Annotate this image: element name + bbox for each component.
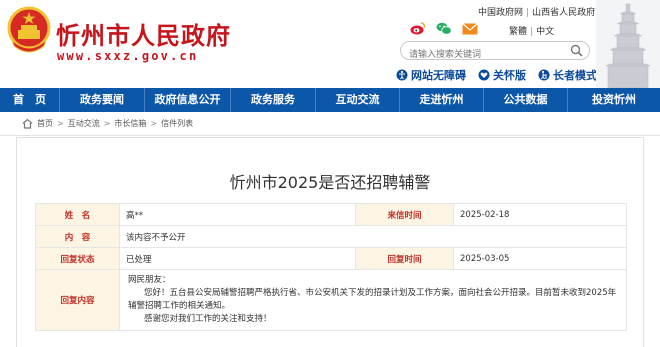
search-input[interactable] — [401, 46, 561, 64]
elder-mode-button[interactable]: 长者模式 — [538, 67, 597, 83]
content-label: 内 容 — [35, 225, 120, 248]
nav-item-invest[interactable]: 投资忻州 — [568, 88, 660, 112]
status-label: 回复状态 — [35, 247, 120, 270]
elder-mode-icon — [538, 69, 550, 81]
language-switch: 繁體 | 中文 — [509, 24, 554, 37]
accessibility-button[interactable]: 网站无障碍 — [396, 67, 466, 83]
name-label: 姓 名 — [35, 203, 120, 226]
breadcrumb-home[interactable]: 首页 — [37, 118, 53, 129]
nav-item-services[interactable]: 政务服务 — [231, 88, 316, 112]
reply-time-label: 回复时间 — [355, 247, 454, 270]
breadcrumb-separator: > — [150, 119, 158, 128]
top-links: 中国政府网 | 山西省人民政府 — [478, 5, 595, 18]
nav-item-info-disclosure[interactable]: 政府信息公开 — [145, 88, 231, 112]
top-link-province[interactable]: 山西省人民政府 — [532, 8, 595, 18]
lang-traditional[interactable]: 繁體 — [509, 27, 527, 37]
pagoda-illustration-icon — [596, 0, 660, 88]
main-nav: 首 页 政务要闻 政府信息公开 政务服务 互动交流 走进忻州 公共数据 投资忻州 — [0, 88, 660, 112]
date-label: 来信时间 — [355, 203, 454, 226]
table-row: 回复内容 网民朋友： 您好！五台县公安局辅警招聘严格执行省、市公安机关下发的招录… — [35, 269, 627, 331]
lang-divider: | — [530, 27, 534, 37]
reply-body: 您好！五台县公安局辅警招聘严格执行省、市公安机关下发的招录计划及工作方案，面向社… — [128, 288, 617, 311]
name-value: 高** — [119, 203, 356, 226]
accessibility-icon — [396, 69, 408, 81]
breadcrumb-separator: > — [57, 119, 64, 128]
breadcrumb-mayor-mailbox[interactable]: 市长信箱 — [114, 118, 146, 129]
site-header: 忻州市人民政府 www.sxxz.gov.cn 中国政府网 | 山西省人民政府 繁體… — [0, 0, 660, 88]
breadcrumb: 首页 > 互动交流 > 市长信箱 > 信件列表 — [0, 112, 660, 136]
reply-closing: 感谢您对我们工作的关注和支持！ — [144, 314, 272, 324]
care-mode-button[interactable]: 关怀版 — [478, 67, 526, 83]
reply-label: 回复内容 — [35, 269, 120, 331]
search-icon[interactable] — [570, 44, 583, 57]
elder-mode-label: 长者模式 — [553, 69, 597, 82]
mail-icon[interactable] — [462, 22, 478, 35]
table-row: 内 容 该内容不予公开 — [35, 225, 627, 248]
wechat-icon[interactable] — [436, 22, 452, 35]
breadcrumb-separator: > — [103, 119, 111, 128]
status-value: 已处理 — [119, 247, 356, 270]
reply-greeting: 网民朋友： — [128, 275, 171, 285]
nav-item-public-data[interactable]: 公共数据 — [484, 88, 568, 112]
content-value: 该内容不予公开 — [119, 225, 627, 248]
national-emblem-icon[interactable] — [6, 6, 52, 58]
site-url: www.sxxz.gov.cn — [57, 49, 199, 63]
nav-item-interaction[interactable]: 互动交流 — [316, 88, 400, 112]
weibo-icon[interactable] — [410, 22, 426, 35]
letter-title: 忻州市2025是否还招聘辅警 — [229, 173, 431, 192]
table-row: 回复状态 已处理 回复时间 2025-03-05 — [35, 247, 627, 270]
top-link-divider: | — [526, 8, 530, 18]
social-links — [410, 22, 478, 35]
letter-detail: 忻州市2025是否还招聘辅警 姓 名 高** 来信时间 2025-02-18 内… — [16, 137, 644, 347]
table-row: 姓 名 高** 来信时间 2025-02-18 — [35, 203, 627, 226]
care-mode-icon — [478, 69, 490, 81]
reply-content: 网民朋友： 您好！五台县公安局辅警招聘严格执行省、市公安机关下发的招录计划及工作… — [119, 269, 627, 331]
nav-item-news[interactable]: 政务要闻 — [60, 88, 145, 112]
accessibility-label: 网站无障碍 — [411, 69, 466, 82]
breadcrumb-letter-list[interactable]: 信件列表 — [161, 118, 193, 129]
nav-item-about-xinzhou[interactable]: 走进忻州 — [400, 88, 484, 112]
home-icon — [22, 118, 33, 129]
search-box — [400, 41, 590, 64]
nav-item-home[interactable]: 首 页 — [0, 88, 60, 112]
site-title[interactable]: 忻州市人民政府 — [56, 16, 231, 51]
letter-info-table: 姓 名 高** 来信时间 2025-02-18 内 容 该内容不予公开 回复状态… — [35, 203, 627, 331]
reply-time-value: 2025-03-05 — [453, 247, 627, 270]
accessibility-tools: 网站无障碍 关怀版 长者模式 — [396, 67, 597, 83]
lang-simplified[interactable]: 中文 — [536, 27, 554, 37]
date-value: 2025-02-18 — [453, 203, 627, 226]
care-mode-label: 关怀版 — [493, 69, 526, 82]
breadcrumb-interaction[interactable]: 互动交流 — [68, 118, 100, 129]
top-link-gov[interactable]: 中国政府网 — [478, 8, 523, 18]
